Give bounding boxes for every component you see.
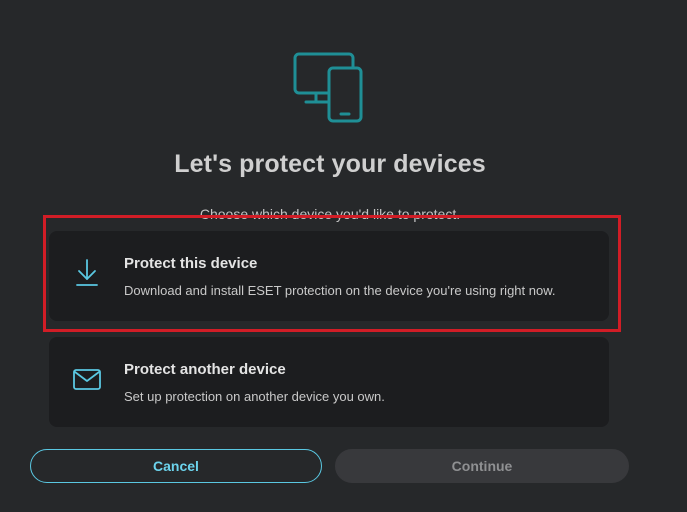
continue-button[interactable]: Continue	[335, 449, 629, 483]
option-description: Set up protection on another device you …	[124, 389, 385, 404]
protect-devices-dialog: Let's protect your devices Choose which …	[0, 0, 687, 512]
page-title: Let's protect your devices	[174, 150, 486, 178]
devices-icon	[293, 52, 363, 123]
page-subtitle: Choose which device you'd like to protec…	[199, 206, 461, 222]
protect-another-device-option[interactable]: Protect another device Set up protection…	[49, 337, 609, 427]
download-icon	[76, 259, 98, 286]
envelope-icon	[73, 369, 101, 390]
protect-this-device-option[interactable]: Protect this device Download and install…	[49, 231, 609, 321]
option-description: Download and install ESET protection on …	[124, 283, 556, 298]
option-title: Protect this device	[124, 255, 258, 272]
option-title: Protect another device	[124, 361, 286, 378]
cancel-button[interactable]: Cancel	[30, 449, 322, 483]
